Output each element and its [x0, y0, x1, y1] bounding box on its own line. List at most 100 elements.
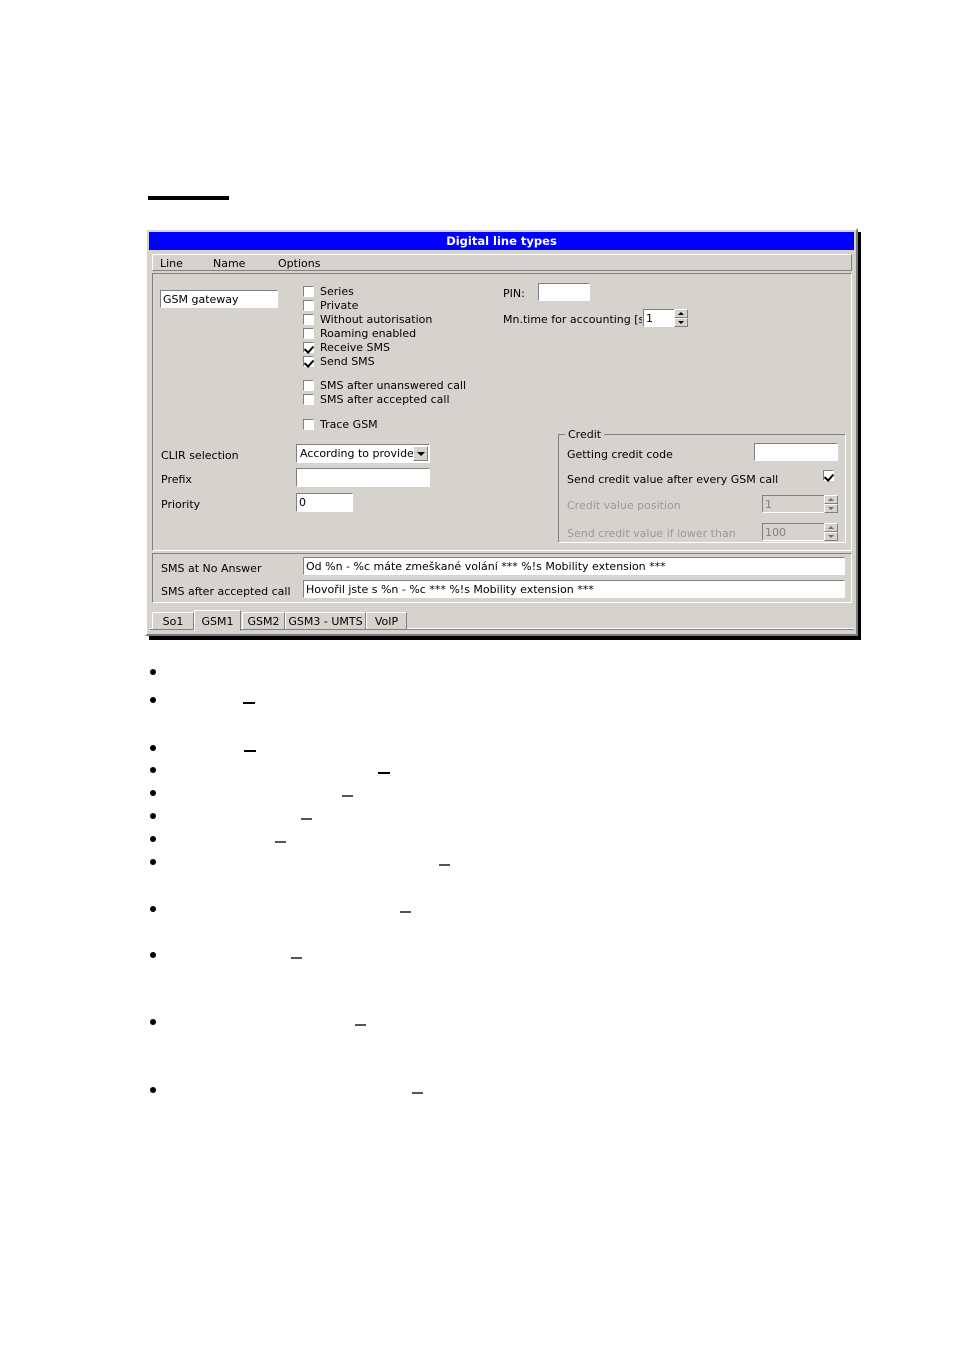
chevron-down-icon	[416, 451, 425, 456]
pin-label: PIN:	[503, 287, 525, 300]
list-item	[150, 859, 156, 865]
column-header-name: Name	[213, 257, 246, 270]
tab-gsm3-umts[interactable]: GSM3 - UMTS	[285, 612, 366, 629]
checkbox-series[interactable]	[302, 285, 315, 298]
checkbox-label-trace-gsm: Trace GSM	[320, 418, 378, 431]
credit-value-position-spinner: 1	[761, 494, 839, 514]
arrow-down-icon	[828, 535, 834, 538]
column-header-options: Options	[278, 257, 321, 270]
checkbox-label-private: Private	[320, 299, 359, 312]
clir-selection-select[interactable]: According to provider	[295, 443, 431, 464]
arrow-down-icon	[828, 507, 834, 510]
credit-value-position-label: Credit value position	[567, 499, 681, 512]
tab-label-gsm1: GSM1	[201, 614, 234, 628]
checkbox-row-series[interactable]: Series	[302, 285, 354, 298]
pin-input[interactable]	[537, 282, 591, 302]
send-credit-after-call-label: Send credit value after every GSM call	[567, 473, 779, 486]
checkbox-row-sms-after-accepted-call[interactable]: SMS after accepted call	[302, 393, 450, 406]
prefix-label: Prefix	[161, 473, 192, 486]
credit-value-position-spin-down-button	[824, 504, 838, 513]
list-item-dash	[291, 957, 302, 959]
digital-line-types-dialog: Digital line types Line Name Options GSM…	[145, 228, 858, 636]
arrow-down-icon	[678, 321, 684, 324]
line-tabs: So1 GSM1 GSM2 GSM3 - UMTS VoIP	[150, 607, 854, 631]
column-header-strip: Line Name Options	[152, 254, 852, 271]
tab-voip[interactable]: VoIP	[366, 612, 407, 629]
send-credit-if-lower-spin-down-button	[824, 532, 838, 541]
checkbox-label-sms-after-unanswered-call: SMS after unanswered call	[320, 379, 467, 392]
credit-value-position-spin-buttons	[824, 495, 838, 513]
list-item	[150, 836, 156, 842]
dialog-shadow-right	[858, 232, 861, 640]
checkbox-row-send-sms[interactable]: Send SMS	[302, 355, 375, 368]
checkbox-row-sms-after-unanswered-call[interactable]: SMS after unanswered call	[302, 379, 467, 392]
tab-label-voip: VoIP	[374, 614, 399, 628]
list-item-dash	[243, 702, 255, 704]
getting-credit-code-label: Getting credit code	[567, 448, 673, 461]
checkbox-label-roaming-enabled: Roaming enabled	[320, 327, 417, 340]
checkbox-private[interactable]	[302, 299, 315, 312]
checkbox-row-trace-gsm[interactable]: Trace GSM	[302, 418, 378, 431]
send-credit-if-lower-spin-up-button	[824, 523, 838, 532]
list-item-dash	[412, 1092, 423, 1094]
list-item	[150, 669, 156, 675]
checkbox-row-without-autorisation[interactable]: Without autorisation	[302, 313, 433, 326]
min-time-label: Mn.time for accounting [s]	[503, 313, 649, 326]
redacted-heading	[148, 196, 229, 200]
min-time-spin-buttons[interactable]	[674, 309, 688, 327]
checkbox-send-sms[interactable]	[302, 355, 315, 368]
checkbox-label-sms-after-accepted-call: SMS after accepted call	[320, 393, 450, 406]
list-item-dash	[439, 864, 450, 866]
arrow-up-icon	[678, 312, 684, 315]
dialog-shadow-bottom	[149, 636, 861, 640]
send-credit-if-lower-spin-buttons	[824, 523, 838, 541]
getting-credit-code-input[interactable]	[753, 442, 839, 462]
list-item-dash	[378, 772, 390, 774]
min-time-spin-up-button[interactable]	[674, 309, 688, 318]
checkbox-trace-gsm[interactable]	[302, 418, 315, 431]
checkbox-sms-after-accepted-call[interactable]	[302, 393, 315, 406]
send-credit-if-lower-label: Send credit value if lower than	[567, 527, 736, 540]
list-item	[150, 697, 156, 703]
credit-value-position-spin-up-button	[824, 495, 838, 504]
checkbox-row-receive-sms[interactable]: Receive SMS	[302, 341, 390, 354]
line-name-input[interactable]: GSM gateway	[159, 289, 279, 309]
list-item-dash	[400, 911, 411, 913]
sms-at-no-answer-input[interactable]: Od %n - %c máte zmeškané volání *** %!s …	[302, 556, 846, 576]
checkbox-without-autorisation[interactable]	[302, 313, 315, 326]
checkbox-label-series: Series	[320, 285, 354, 298]
clir-selection-label: CLIR selection	[161, 449, 239, 462]
list-item	[150, 1087, 156, 1093]
checkbox-row-roaming-enabled[interactable]: Roaming enabled	[302, 327, 417, 340]
list-item	[150, 906, 156, 912]
priority-label: Priority	[161, 498, 201, 511]
list-item	[150, 813, 156, 819]
list-item-dash	[244, 750, 256, 752]
min-time-spinner[interactable]: 1	[642, 308, 689, 328]
priority-input[interactable]: 0	[295, 492, 354, 513]
checkbox-receive-sms[interactable]	[302, 341, 315, 354]
checkbox-send-credit-after-call[interactable]	[822, 469, 835, 482]
tab-gsm1[interactable]: GSM1	[194, 610, 241, 631]
list-item-dash	[342, 795, 353, 797]
checkbox-row-private[interactable]: Private	[302, 299, 359, 312]
main-settings-panel: GSM gateway Series Private Without autor…	[152, 273, 852, 551]
column-header-line: Line	[160, 257, 183, 270]
list-item	[150, 767, 156, 773]
sms-after-accepted-call-input[interactable]: Hovořil jste s %n - %c *** %!s Mobility …	[302, 579, 846, 599]
min-time-spin-down-button[interactable]	[674, 318, 688, 327]
tab-label-gsm3-umts: GSM3 - UMTS	[288, 614, 363, 628]
tab-label-gsm2: GSM2	[247, 614, 280, 628]
tab-gsm2[interactable]: GSM2	[242, 612, 285, 629]
sms-at-no-answer-label: SMS at No Answer	[161, 562, 262, 575]
arrow-up-icon	[828, 498, 834, 501]
checkbox-label-without-autorisation: Without autorisation	[320, 313, 433, 326]
tab-so1[interactable]: So1	[152, 612, 194, 629]
clir-dropdown-button[interactable]	[413, 446, 428, 461]
list-item-dash	[275, 841, 286, 843]
checkbox-roaming-enabled[interactable]	[302, 327, 315, 340]
clir-selection-value: According to provider	[300, 447, 419, 460]
prefix-input[interactable]	[295, 467, 431, 488]
sms-after-accepted-call-label: SMS after accepted call	[161, 585, 291, 598]
checkbox-sms-after-unanswered-call[interactable]	[302, 379, 315, 392]
